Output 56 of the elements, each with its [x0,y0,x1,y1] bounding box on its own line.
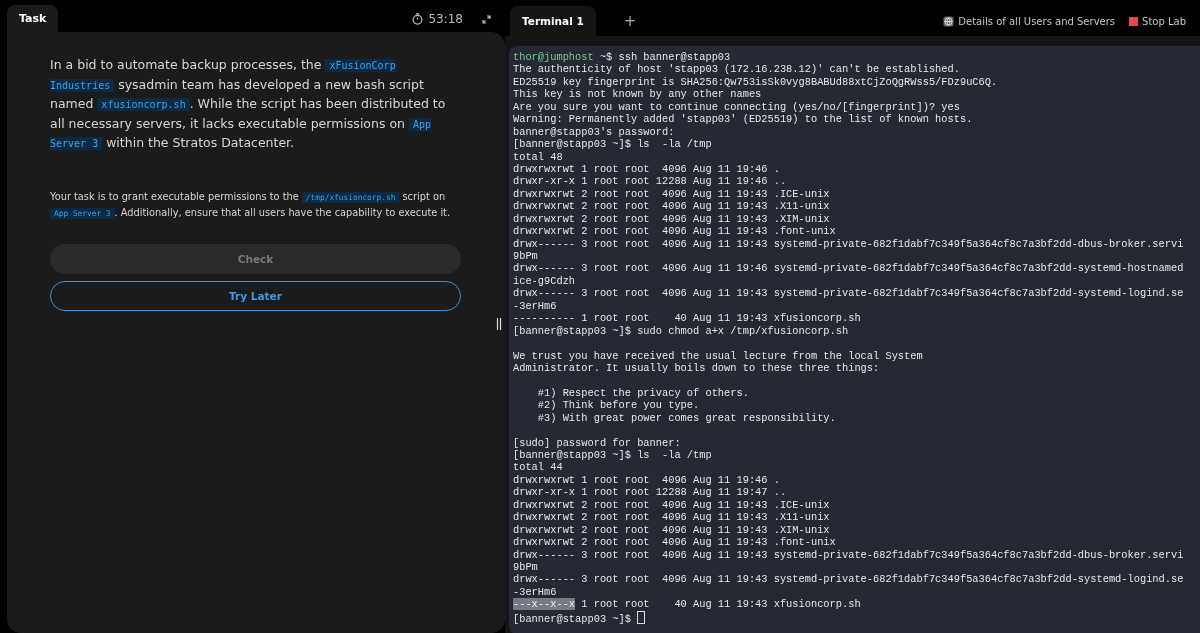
terminal-line: banner@stapp03's password: [513,125,676,139]
terminal-line: The authenticity of host 'stapp03 (172.16.238.12)' can't be established. [513,63,961,76]
terminal-line: -3erHm6 [513,585,558,599]
add-tab-button[interactable]: + [623,12,637,30]
stop-icon [1129,16,1139,26]
terminal-line: drwx------ 3 root root 4096 Aug 11 19:43 systemd-private-682f1dabf7c349f5a364cf8c7a3bf2dd-systemd-logind.se [513,287,1185,300]
terminal-line: drwxrwxrwt 2 root root 4096 Aug 11 19:43 .font-unix [513,536,837,549]
resize-handle[interactable] [496,318,502,333]
terminal-line: [banner@stapp03 ~]$ ls -la /tmp [513,138,713,151]
terminal-line: total 48 [513,150,564,163]
terminal-line: thor@jumphost ~$ ssh banner@stapp03 [513,51,732,64]
terminal-line: drwx------ 3 root root 4096 Aug 11 19:43 systemd-private-682f1dabf7c349f5a364cf8c7a3bf2dd-dbus-broker.servi [513,237,1185,250]
expand-icon[interactable] [482,14,491,24]
terminal-line: Administrator. It usually boils down to these three things: [513,361,881,375]
terminal-line: ice-g9Cdzh [513,274,577,288]
stopwatch-icon [412,13,424,25]
terminal-tab[interactable]: Terminal 1 [510,6,596,36]
stop-lab-link[interactable]: Stop Lab [1129,15,1186,27]
terminal-line: 9bPm [513,250,539,263]
terminal-line: drwxrwxrwt 2 root root 4096 Aug 11 19:43 .XIM-unix [513,523,831,537]
terminal-line: #3) With great power comes great responsibility. [536,411,837,425]
terminal-line: drwx------ 3 root root 4096 Aug 11 19:46 systemd-private-682f1dabf7c349f5a364cf8c7a3bf2dd-systemd-hostnamed [513,262,1185,275]
terminal-line: drwxrwxrwt 2 root root 4096 Aug 11 19:43 .X11-unix [513,511,831,524]
terminal-screen[interactable] [509,46,1200,633]
task-description: In a bid to automate backup processes, the xFusionCorp Industries sysadmin team has developed a new bash script named xfusioncorp.sh . While the script has been distributed to all necessary servers, it lacks executable permissions on App Server 3 within the Stratos Datacenter. [50,56,447,152]
terminal-line: drwxrwxrwt 1 root root 4096 Aug 11 19:46 . [513,473,781,487]
terminal-line: drwxrwxrwt 2 root root 4096 Aug 11 19:43 .XIM-unix [513,212,831,226]
terminal-line: drwxrwxrwt 2 root root 4096 Aug 11 19:43 .X11-unix [513,200,831,213]
terminal-line: Warning: Permanently added 'stapp03' (ED25519) to the list of known hosts. [513,113,974,126]
terminal-line: ED25519 key fingerprint is SHA256:Qw753isSk0vyg8BABUd88xtCjZoQgRWss5/FDz9uC6Q. [513,75,999,89]
terminal-line: This key is not known by any other names [513,88,763,101]
timer: 53:18 [428,12,463,26]
terminal-line: drwx------ 3 root root 4096 Aug 11 19:43 systemd-private-682f1dabf7c349f5a364cf8c7a3bf2dd-systemd-logind.se [513,573,1185,586]
terminal-line: We trust you have received the usual lecture from the local System [513,349,924,362]
terminal-line: [banner@stapp03 ~]$ sudo chmod a+x /tmp/xfusioncorp.sh [513,324,850,338]
task-tab[interactable]: Task [7,5,59,32]
terminal-line: [banner@stapp03 ~]$ [513,610,1200,624]
terminal-line: Are you sure you want to continue connecting (yes/no/[fingerprint])? yes [513,100,961,114]
terminal-line: drwxr-xr-x 1 root root 12288 Aug 11 19:46 .. [513,175,788,188]
terminal-line: drwxrwxrwt 2 root root 4096 Aug 11 19:43 .ICE-unix [513,187,831,201]
terminal-line: ---x--x--x 1 root root 40 Aug 11 19:43 xfusioncorp.sh [513,598,862,611]
terminal-line: #1) Respect the privacy of others. [536,386,750,400]
terminal-line: 9bPm [513,560,539,574]
terminal-line: ---------- 1 root root 40 Aug 11 19:43 xfusioncorp.sh [513,312,862,325]
terminal-line: [sudo] password for banner: [513,436,682,449]
globe-icon [943,15,955,27]
terminal-line: drwxrwxrwt 1 root root 4096 Aug 11 19:46 . [513,162,781,176]
terminal-line: [banner@stapp03 ~]$ ls -la /tmp [513,449,713,462]
terminal-line: drwxrwxrwt 2 root root 4096 Aug 11 19:43 .font-unix [513,225,837,238]
terminal-line: drwx------ 3 root root 4096 Aug 11 19:43 systemd-private-682f1dabf7c349f5a364cf8c7a3bf2dd-dbus-broker.servi [513,548,1185,561]
terminal-line: -3erHm6 [513,299,558,313]
terminal-line: drwxrwxrwt 2 root root 4096 Aug 11 19:43 .ICE-unix [513,498,831,512]
details-link[interactable]: Details of all Users and Servers [943,15,1116,27]
terminal-line: total 44 [513,461,564,474]
terminal-line: #2) Think before you type. [536,399,701,412]
terminal-line: drwxr-xr-x 1 root root 12288 Aug 11 19:47 .. [513,486,788,499]
